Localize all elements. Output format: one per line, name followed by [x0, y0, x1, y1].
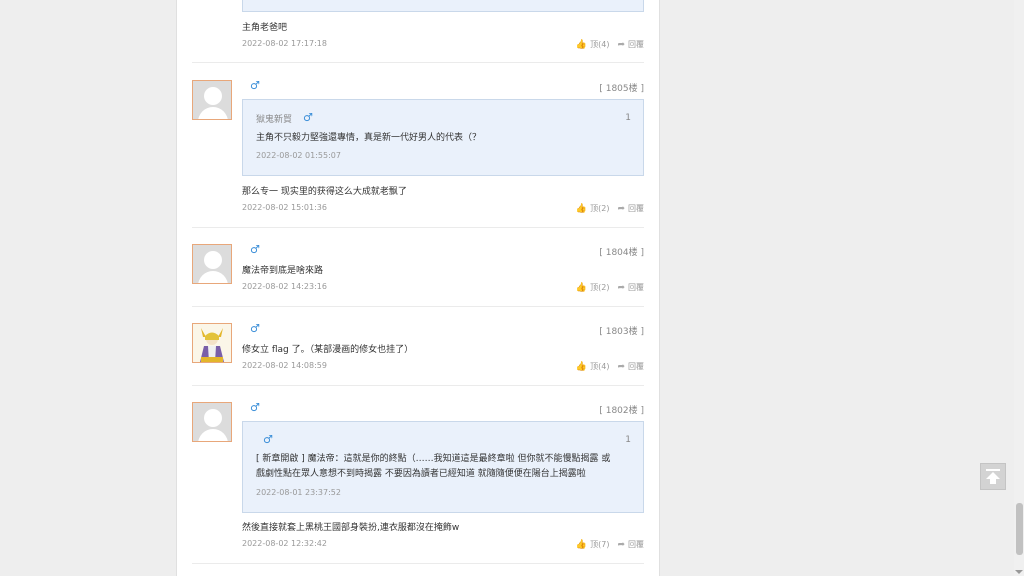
reply-arrow-icon: ➦ — [617, 539, 625, 550]
comment-actions: 👍 顶(4) ➦ 回覆 — [576, 39, 644, 50]
thumbs-up-icon: 👍 — [575, 282, 588, 293]
reply-button[interactable]: ➦ 回覆 — [617, 539, 644, 550]
quote-time: 2022-08-02 01:55:07 — [256, 151, 341, 160]
comment-text: 主角老爸吧 — [242, 23, 288, 33]
floor-number: [ 1805楼 ] — [599, 84, 644, 94]
quote-number: 1 — [625, 113, 631, 123]
floor-number: [ 1803楼 ] — [599, 327, 644, 337]
male-icon: ♂ — [250, 243, 260, 256]
male-icon: ♂ — [250, 79, 260, 92]
comment-text: 那么专一 现实里的获得这么大成就老飘了 — [242, 187, 407, 197]
back-to-top-button[interactable] — [980, 463, 1006, 490]
quote-box — [242, 0, 644, 12]
comment-actions: 👍 顶(4) ➦ 回覆 — [576, 361, 644, 372]
like-button[interactable]: 👍 顶(4) — [576, 361, 610, 372]
comment-item: ♂ [ 1802楼 ] ♂ 1 [ 新章開啟 ] 魔法帝：這就是你的終點（……我… — [192, 386, 644, 564]
reply-arrow-icon: ➦ — [617, 39, 625, 50]
quote-text: 主角不只毅力堅強還專情，真是新一代好男人的代表（？ — [256, 133, 482, 143]
quote-author[interactable]: 獄鬼新貿 — [256, 112, 292, 125]
comment-actions: 👍 顶(2) ➦ 回覆 — [576, 203, 644, 214]
scroll-down-arrow-icon[interactable] — [1015, 570, 1023, 574]
comment-text: 然後直接就套上黑桃王國部身裝扮,連衣服都沒在掩飾w — [242, 523, 460, 533]
like-button[interactable]: 👍 顶(2) — [576, 282, 610, 293]
thumbs-up-icon: 👍 — [575, 203, 588, 214]
page-scrollbar[interactable] — [1014, 0, 1024, 576]
comment-item: ♂ [ 1805楼 ] 獄鬼新貿 ♂ 1 主角不只毅力堅強還專情，真是新一代好男… — [192, 64, 644, 228]
like-button[interactable]: 👍 顶(4) — [576, 39, 610, 50]
thumbs-up-icon: 👍 — [575, 361, 588, 372]
male-icon: ♂ — [303, 111, 313, 124]
comment-time: 2022-08-02 14:23:16 — [242, 282, 327, 291]
scrollbar-thumb[interactable] — [1016, 503, 1023, 555]
comment-actions: 👍 顶(2) ➦ 回覆 — [576, 282, 644, 293]
quote-box: 獄鬼新貿 ♂ 1 主角不只毅力堅強還專情，真是新一代好男人的代表（？ 2022-… — [242, 99, 644, 176]
reply-arrow-icon: ➦ — [617, 282, 625, 293]
reply-button[interactable]: ➦ 回覆 — [617, 203, 644, 214]
male-icon: ♂ — [250, 322, 260, 335]
reply-arrow-icon: ➦ — [617, 203, 625, 214]
male-icon: ♂ — [250, 401, 260, 414]
quote-time: 2022-08-01 23:37:52 — [256, 488, 341, 497]
comment-item: ♂ [ 1803楼 ] 修女立 flag 了。（某部漫画的修女也挂了） 2022… — [192, 307, 644, 386]
reply-button[interactable]: ➦ 回覆 — [617, 282, 644, 293]
quote-number: 1 — [625, 435, 631, 445]
comment-time: 2022-08-02 17:17:18 — [242, 39, 327, 48]
comment-text: 魔法帝到底是啥來路 — [242, 266, 324, 276]
comment-item: 主角老爸吧 2022-08-02 17:17:18 👍 顶(4) ➦ 回覆 — [192, 0, 644, 63]
avatar[interactable] — [192, 244, 232, 284]
like-button[interactable]: 👍 顶(2) — [576, 203, 610, 214]
comment-time: 2022-08-02 14:08:59 — [242, 361, 327, 370]
avatar[interactable] — [192, 323, 232, 363]
thumbs-up-icon: 👍 — [575, 539, 588, 550]
reply-arrow-icon: ➦ — [617, 361, 625, 372]
thumbs-up-icon: 👍 — [575, 39, 588, 50]
comment-time: 2022-08-02 12:32:42 — [242, 539, 327, 548]
avatar[interactable] — [192, 80, 232, 120]
comment-actions: 👍 顶(7) ➦ 回覆 — [576, 539, 644, 550]
quote-box: ♂ 1 [ 新章開啟 ] 魔法帝：這就是你的終點（……我知道這是最終章啦 但你就… — [242, 421, 644, 513]
comment-text: 修女立 flag 了。（某部漫画的修女也挂了） — [242, 345, 414, 355]
male-icon: ♂ — [263, 433, 273, 446]
quote-text-line-1: [ 新章開啟 ] 魔法帝：這就是你的終點（……我知道這是最終章啦 但你就不能慢點… — [256, 454, 611, 464]
anime-avatar-image — [193, 324, 231, 362]
reply-button[interactable]: ➦ 回覆 — [617, 39, 644, 50]
comment-panel: 主角老爸吧 2022-08-02 17:17:18 👍 顶(4) ➦ 回覆 ♂ [ … — [176, 0, 660, 576]
comment-time: 2022-08-02 15:01:36 — [242, 203, 327, 212]
comment-item: ♂ [ 1804楼 ] 魔法帝到底是啥來路 2022-08-02 14:23:1… — [192, 228, 644, 307]
floor-number: [ 1804楼 ] — [599, 248, 644, 258]
floor-number: [ 1802楼 ] — [599, 406, 644, 416]
avatar[interactable] — [192, 402, 232, 442]
like-button[interactable]: 👍 顶(7) — [576, 539, 610, 550]
reply-button[interactable]: ➦ 回覆 — [617, 361, 644, 372]
quote-text-line-2: 戲劇性點在眾人意想不到時揭露 不要因為讀者已經知道 就隨隨便便在陽台上揭露啦 — [256, 469, 586, 479]
